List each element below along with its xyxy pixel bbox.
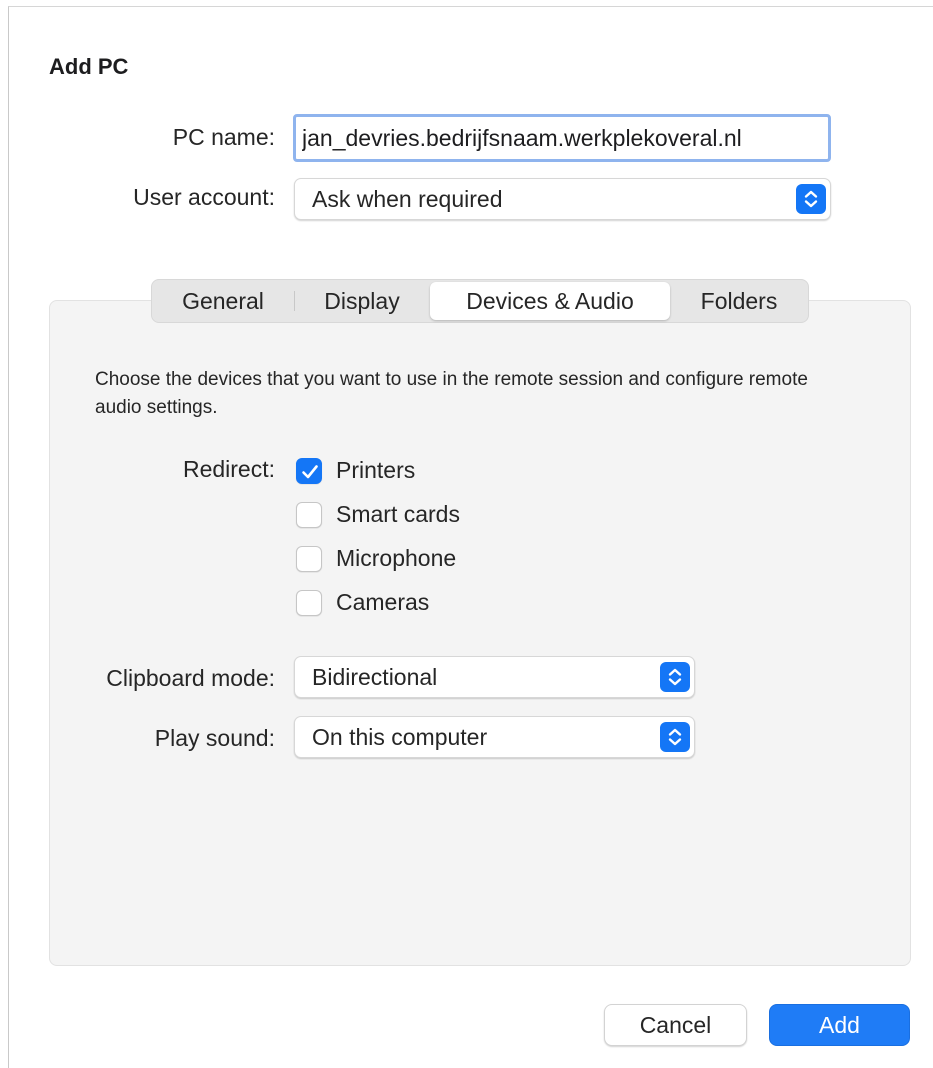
chevron-up-down-icon [660,662,690,692]
devices-description: Choose the devices that you want to use … [95,369,808,418]
clipboard-mode-value: Bidirectional [312,664,438,690]
tab-folders[interactable]: Folders [670,280,808,322]
play-sound-value: On this computer [312,724,488,750]
chevron-up-down-icon [796,184,826,214]
user-account-value: Ask when required [312,186,503,212]
redirect-label: Redirect: [182,456,275,482]
microphone-label[interactable]: Microphone [336,545,456,572]
printers-checkbox[interactable] [296,458,322,484]
microphone-checkbox[interactable] [296,546,322,572]
printers-label[interactable]: Printers [336,457,415,484]
play-sound-label: Play sound: [154,725,275,751]
smart-cards-checkbox[interactable] [296,502,322,528]
play-sound-select[interactable]: On this computer [294,716,695,758]
chevron-up-down-icon [660,722,690,752]
cameras-checkbox[interactable] [296,590,322,616]
tab-general[interactable]: General [152,280,294,322]
clipboard-mode-select[interactable]: Bidirectional [294,656,695,698]
pc-name-label: PC name: [172,124,275,150]
dialog-title: Add PC [49,54,129,79]
tab-bar: General Display Devices & Audio Folders [151,279,809,323]
pc-name-input[interactable] [293,114,831,162]
clipboard-mode-label: Clipboard mode: [106,665,275,691]
cancel-button[interactable]: Cancel [604,1004,747,1046]
add-button[interactable]: Add [769,1004,910,1046]
tab-display[interactable]: Display [295,280,429,322]
user-account-label: User account: [133,184,275,210]
user-account-select[interactable]: Ask when required [294,178,831,220]
cameras-label[interactable]: Cameras [336,589,429,616]
checkmark-icon [302,465,318,479]
tab-devices-audio[interactable]: Devices & Audio [430,282,670,320]
smart-cards-label[interactable]: Smart cards [336,501,460,528]
